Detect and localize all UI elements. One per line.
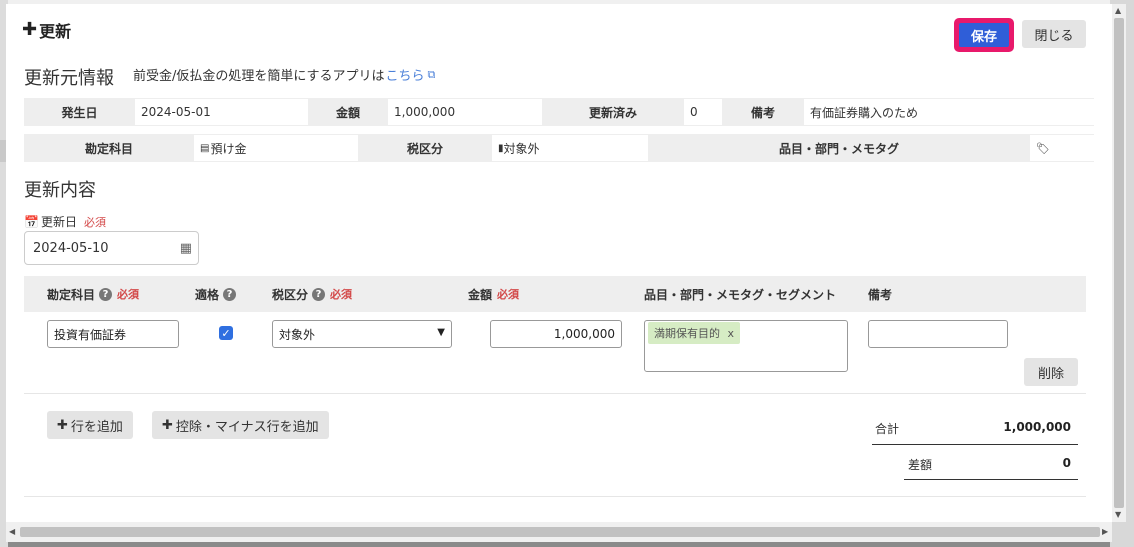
calendar-picker-icon[interactable]: ▦ — [180, 241, 192, 256]
source-subtitle-text: 前受金/仮払金の処理を簡単にするアプリは — [133, 69, 385, 84]
content-heading: 更新内容 — [24, 180, 96, 201]
scroll-down-icon[interactable]: ▼ — [1115, 510, 1121, 519]
account-value: ▤ 預け金 — [194, 135, 358, 161]
tax-label: 税区分 — [358, 134, 492, 162]
col-qualified: 適格 ? — [195, 276, 237, 312]
chevron-down-icon: ▼ — [437, 327, 445, 338]
scroll-right-icon[interactable]: ▶ — [1102, 527, 1108, 536]
amount-value: 1,000,000 — [388, 99, 542, 125]
note-value: 有価証券購入のため — [804, 99, 1094, 125]
update-date-label: 📅 更新日 必須 — [24, 213, 106, 230]
help-icon[interactable]: ? — [312, 287, 326, 301]
item-tag-label: 満期保有目的 — [654, 327, 720, 340]
scroll-left-icon[interactable]: ◀ — [9, 527, 15, 536]
add-minus-row-label: 控除・マイナス行を追加 — [175, 419, 319, 435]
col-qualified-label: 適格 — [195, 287, 220, 302]
save-button[interactable]: 保存 — [954, 18, 1014, 52]
delete-button[interactable]: 削除 — [1024, 358, 1078, 386]
vertical-scrollbar[interactable]: ▲ ▼ — [1112, 4, 1126, 522]
tax-select-value: 対象外 — [279, 327, 316, 342]
tax-value: ▮ 対象外 — [492, 135, 648, 161]
add-minus-row-button[interactable]: ✚ 控除・マイナス行を追加 — [152, 411, 329, 439]
modal-title-text: 更新 — [39, 22, 72, 41]
row-divider — [24, 393, 1086, 394]
tag-remove-button[interactable]: x — [728, 327, 735, 340]
horizontal-scrollbar[interactable]: ◀ ▶ — [6, 522, 1112, 542]
save-button-label: 保存 — [959, 23, 1009, 47]
source-heading: 更新元情報 — [24, 68, 114, 89]
source-row-2: 勘定科目 ▤ 預け金 税区分 ▮ 対象外 品目・部門・メモタグ 🏷 — [24, 134, 1094, 162]
app-link[interactable]: こちら — [386, 65, 425, 84]
source-row-1: 発生日 2024-05-01 金額 1,000,000 更新済み 0 備考 有価… — [24, 98, 1094, 126]
required-badge: 必須 — [83, 215, 106, 229]
help-icon[interactable]: ? — [223, 287, 237, 301]
vertical-scroll-thumb[interactable] — [1114, 18, 1124, 508]
modal-title: ✚ 更新 — [22, 18, 71, 42]
col-account: 勘定科目 ? 必須 — [47, 276, 139, 312]
date-label: 発生日 — [24, 98, 135, 126]
close-button[interactable]: 閉じる — [1022, 20, 1086, 48]
update-modal: ✚ 更新 保存 閉じる 更新元情報 前受金/仮払金の処理を簡単にするアプリは こ… — [6, 4, 1112, 522]
calendar-icon: 📅 — [24, 214, 39, 229]
col-tax: 税区分 ? 必須 — [272, 276, 352, 312]
plus-icon: ✚ — [162, 417, 173, 433]
item-tag: 満期保有目的 x — [648, 322, 741, 344]
col-items: 品目・部門・メモタグ・セグメント — [644, 287, 837, 302]
horizontal-scroll-thumb[interactable] — [20, 527, 1100, 537]
date-value: 2024-05-01 — [135, 99, 308, 125]
scroll-up-icon[interactable]: ▲ — [1115, 6, 1121, 15]
plus-icon: ✚ — [22, 19, 38, 40]
diff-value: 0 — [1062, 456, 1071, 470]
tax-value-text: 対象外 — [503, 141, 540, 156]
total-value: 1,000,000 — [1003, 420, 1071, 434]
update-date-value: 2024-05-10 — [33, 240, 109, 256]
book-icon: ▤ — [200, 142, 210, 154]
updated-label: 更新済み — [542, 98, 684, 126]
tax-select[interactable]: 対象外 ▼ — [272, 320, 452, 348]
col-note: 備考 — [868, 287, 893, 302]
required-badge: 必須 — [330, 288, 353, 301]
add-row-label: 行を追加 — [70, 419, 123, 435]
footer-divider — [24, 496, 1086, 497]
required-badge: 必須 — [117, 288, 140, 301]
diff-label: 差額 — [908, 458, 933, 472]
update-date-label-text: 更新日 — [40, 215, 77, 229]
external-link-icon[interactable]: ⧉ — [428, 68, 436, 82]
help-icon[interactable]: ? — [99, 287, 113, 301]
source-subtitle: 前受金/仮払金の処理を簡単にするアプリは こちら ⧉ — [133, 65, 436, 85]
note-input[interactable] — [868, 320, 1008, 348]
amount-label: 金額 — [308, 98, 388, 126]
amount-input[interactable]: 1,000,000 — [490, 320, 622, 348]
col-amount: 金額 必須 — [468, 276, 519, 312]
update-date-input[interactable]: 2024-05-10 ▦ — [24, 231, 199, 265]
total-divider — [872, 444, 1078, 445]
entry-table-header: 勘定科目 ? 必須 適格 ? 税区分 ? 必須 金額 必須 品目・部門・メモタグ… — [24, 276, 1086, 312]
items-value: 🏷 — [1030, 135, 1094, 161]
col-amount-label: 金額 — [468, 287, 493, 302]
required-badge: 必須 — [497, 288, 520, 301]
account-value-text: 預け金 — [210, 141, 247, 156]
total-label: 合計 — [875, 422, 900, 436]
col-account-label: 勘定科目 — [47, 287, 96, 302]
col-tax-label: 税区分 — [272, 287, 309, 302]
updated-value: 0 — [684, 99, 722, 125]
tag-icon: 🏷 — [1036, 141, 1050, 155]
qualified-checkbox[interactable]: ✓ — [219, 326, 233, 340]
account-label: 勘定科目 — [24, 134, 194, 162]
add-row-button[interactable]: ✚ 行を追加 — [47, 411, 133, 439]
items-label: 品目・部門・メモタグ — [648, 134, 1030, 162]
plus-icon: ✚ — [57, 417, 68, 433]
account-input[interactable]: 投資有価証券 — [47, 320, 179, 348]
diff-divider — [904, 479, 1078, 480]
note-label: 備考 — [722, 98, 804, 126]
